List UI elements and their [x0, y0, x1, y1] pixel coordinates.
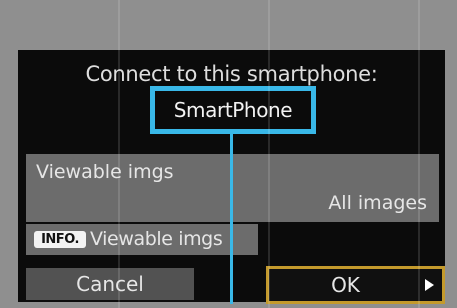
viewable-images-label: Viewable imgs — [36, 161, 174, 183]
info-key-icon: INFO. — [34, 231, 86, 248]
ok-button[interactable]: OK — [266, 266, 445, 304]
info-hint-label: Viewable imgs — [90, 228, 223, 250]
device-name-box: SmartPhone — [150, 86, 316, 134]
camera-screen: Connect to this smartphone: SmartPhone V… — [0, 0, 457, 308]
viewable-images-value: All images — [328, 192, 427, 214]
connect-dialog: Connect to this smartphone: SmartPhone V… — [18, 50, 445, 304]
cancel-button[interactable]: Cancel — [26, 268, 194, 300]
highlight-connector-line — [230, 134, 233, 304]
dialog-title: Connect to this smartphone: — [85, 62, 378, 86]
info-hint-button[interactable]: INFO. Viewable imgs — [26, 224, 258, 255]
ok-button-label: OK — [331, 273, 360, 297]
right-triangle-icon — [425, 279, 434, 291]
